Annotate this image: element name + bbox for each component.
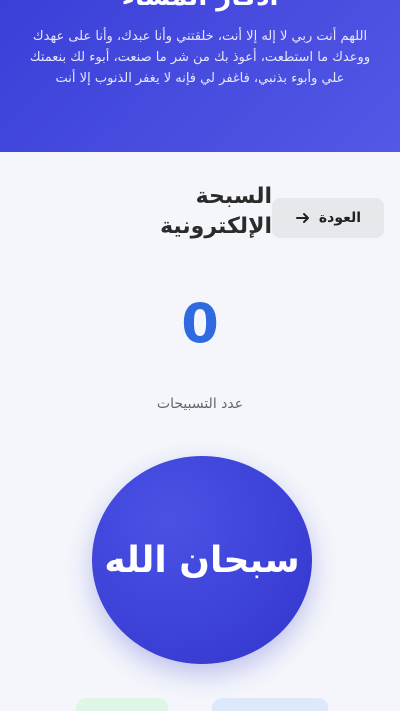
tasbih-button[interactable]: سبحان الله (92, 456, 312, 664)
page: أذكار المساء اللهم أنت ربي لا إله إلا أن… (0, 0, 400, 711)
hero-title: أذكار المساء (0, 0, 400, 12)
arrow-right-icon (295, 213, 309, 223)
save-button[interactable] (212, 698, 328, 711)
back-button[interactable]: العودة (272, 198, 384, 238)
header-row: السبحة الإلكترونية العودة (0, 178, 400, 248)
back-button-label: العودة (318, 210, 362, 226)
page-title: السبحة الإلكترونية (160, 184, 272, 239)
reset-button[interactable] (76, 698, 168, 711)
counter-value: 0 (181, 292, 219, 355)
hero-banner: أذكار المساء اللهم أنت ربي لا إله إلا أن… (0, 0, 400, 152)
tasbih-button-label: سبحان الله (104, 539, 300, 581)
hero-dua-text: اللهم أنت ربي لا إله إلا أنت، خلقتني وأن… (29, 29, 371, 86)
counter-label: عدد التسبيحات (156, 396, 244, 412)
